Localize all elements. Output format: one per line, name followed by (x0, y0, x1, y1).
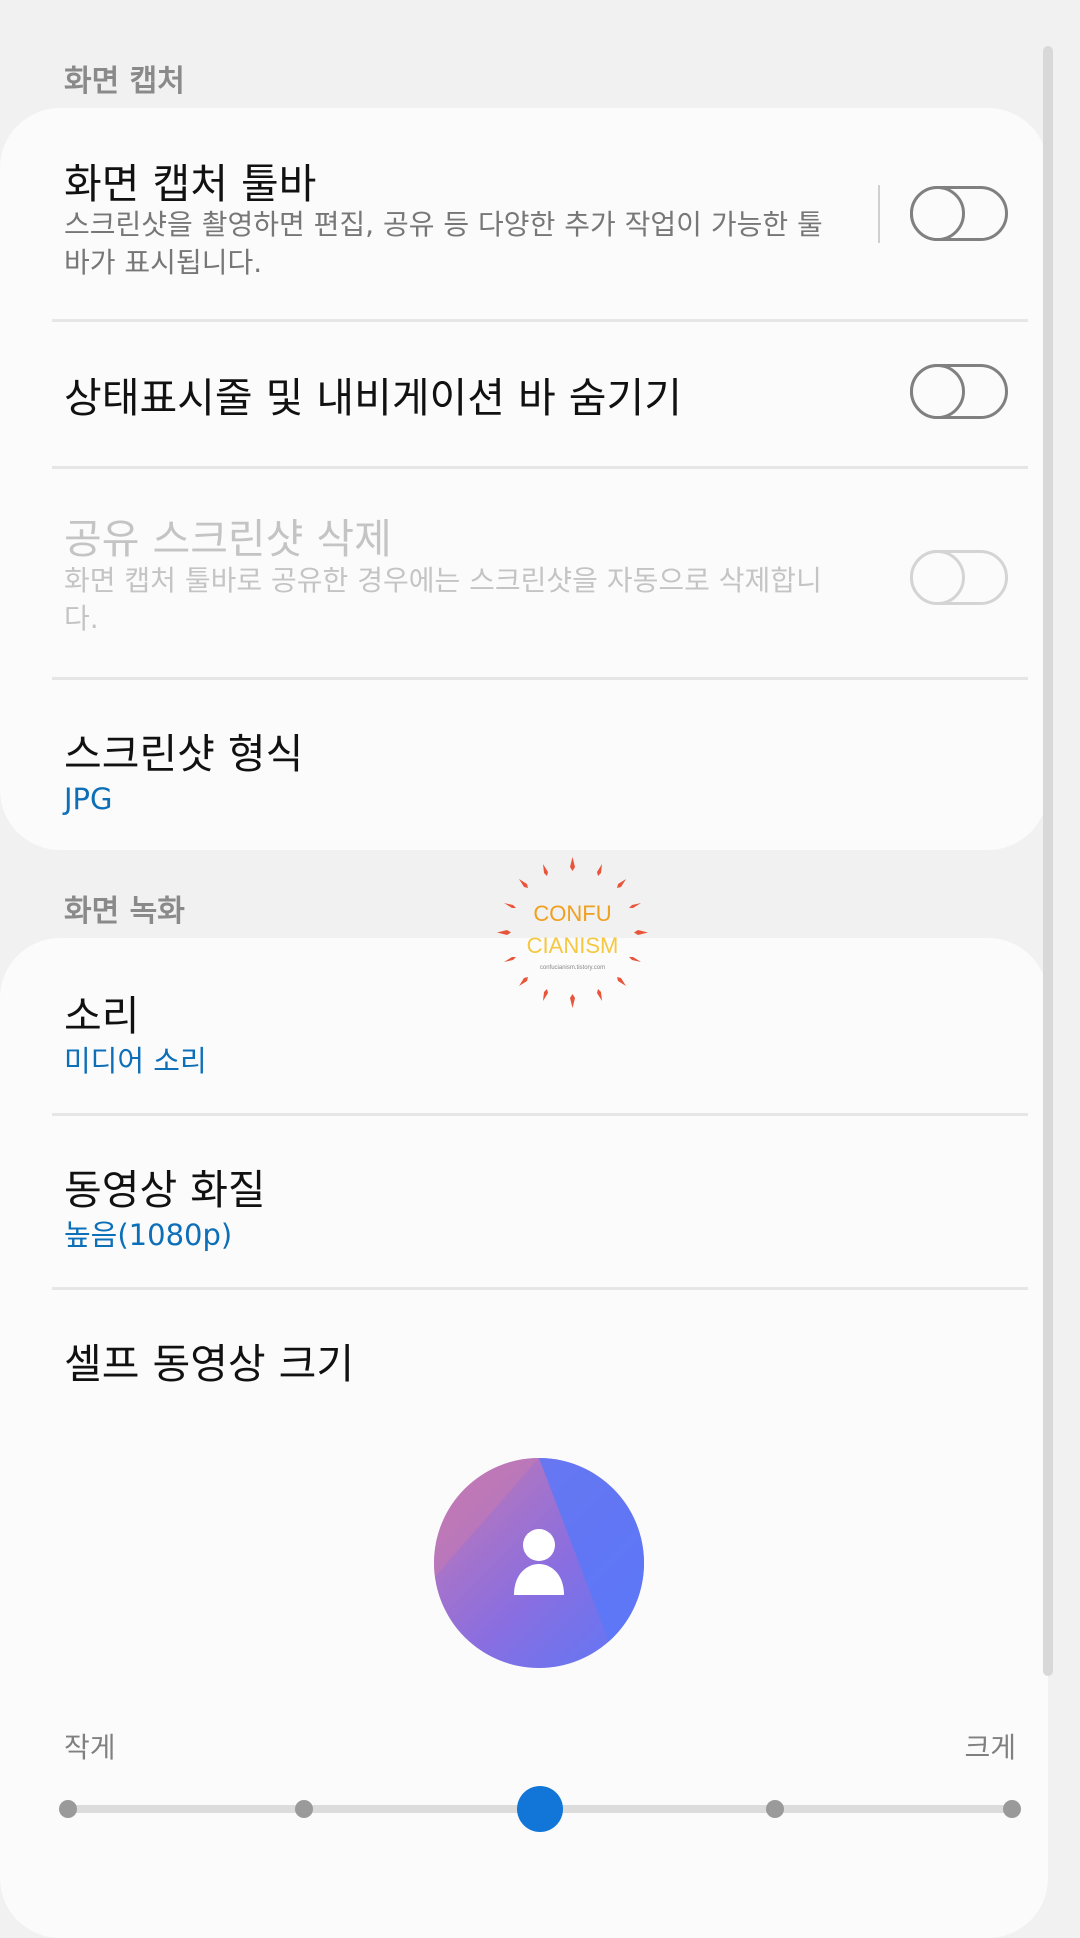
section-header-screen-recording: 화면 녹화 (64, 894, 185, 929)
setting-title: 화면 캡처 툴바 (64, 160, 317, 208)
setting-selfie-video-size: 셀프 동영상 크기 (0, 1290, 1048, 1410)
selfie-size-slider-thumb[interactable] (517, 1786, 563, 1832)
setting-video-quality[interactable]: 동영상 화질 높음(1080p) (0, 1116, 1048, 1287)
selfie-preview-avatar (434, 1458, 644, 1668)
toolbar-toggle-switch[interactable] (910, 186, 1008, 241)
watermark-text: CONFU (533, 901, 612, 926)
setting-description: 화면 캡처 툴바로 공유한 경우에는 스크린샷을 자동으로 삭제합니다. (64, 564, 822, 635)
hide-bars-toggle-switch[interactable] (910, 364, 1008, 419)
setting-title: 공유 스크린샷 삭제 (64, 515, 392, 563)
setting-title: 스크린샷 형식 (64, 730, 304, 778)
setting-value: JPG (64, 782, 113, 816)
setting-title: 소리 (64, 992, 140, 1040)
toggle-knob (910, 550, 965, 605)
setting-title: 동영상 화질 (64, 1166, 266, 1214)
setting-title: 상태표시줄 및 내비게이션 바 숨기기 (64, 374, 682, 422)
vertical-separator (878, 185, 880, 243)
setting-value: 미디어 소리 (64, 1044, 207, 1078)
screen-capture-card: 화면 캡처 툴바 스크린샷을 촬영하면 편집, 공유 등 다양한 추가 작업이 … (0, 108, 1048, 850)
slider-step-dot[interactable] (766, 1800, 784, 1818)
delete-shared-toggle-switch[interactable] (910, 550, 1008, 605)
setting-hide-status-nav-bar[interactable]: 상태표시줄 및 내비게이션 바 숨기기 (0, 322, 1048, 466)
toggle-knob (910, 364, 965, 419)
slider-max-label: 크게 (964, 1731, 1016, 1764)
watermark-logo: CONFU CIANISM confucianism.tistory.com (495, 855, 650, 1010)
setting-screenshot-toolbar[interactable]: 화면 캡처 툴바 스크린샷을 촬영하면 편집, 공유 등 다양한 추가 작업이 … (0, 108, 1048, 320)
section-header-screen-capture: 화면 캡처 (64, 64, 185, 99)
setting-description: 스크린샷을 촬영하면 편집, 공유 등 다양한 추가 작업이 가능한 툴바가 표… (64, 208, 823, 279)
watermark-url: confucianism.tistory.com (539, 965, 606, 971)
slider-min-label: 작게 (64, 1731, 116, 1764)
scrollbar[interactable] (1043, 46, 1053, 1676)
setting-delete-shared-screenshots[interactable]: 공유 스크린샷 삭제 화면 캡처 툴바로 공유한 경우에는 스크린샷을 자동으로… (0, 469, 1048, 677)
setting-title: 셀프 동영상 크기 (64, 1340, 355, 1388)
toggle-knob (910, 186, 965, 241)
slider-step-dot[interactable] (59, 1800, 77, 1818)
screen-recording-card: 소리 미디어 소리 동영상 화질 높음(1080p) 셀프 동영상 크기 (0, 938, 1048, 1938)
slider-step-dot[interactable] (295, 1800, 313, 1818)
slider-step-dot[interactable] (1003, 1800, 1021, 1818)
setting-screenshot-format[interactable]: 스크린샷 형식 JPG (0, 680, 1048, 850)
setting-value: 높음(1080p) (64, 1218, 233, 1252)
watermark-text: CIANISM (526, 933, 619, 958)
